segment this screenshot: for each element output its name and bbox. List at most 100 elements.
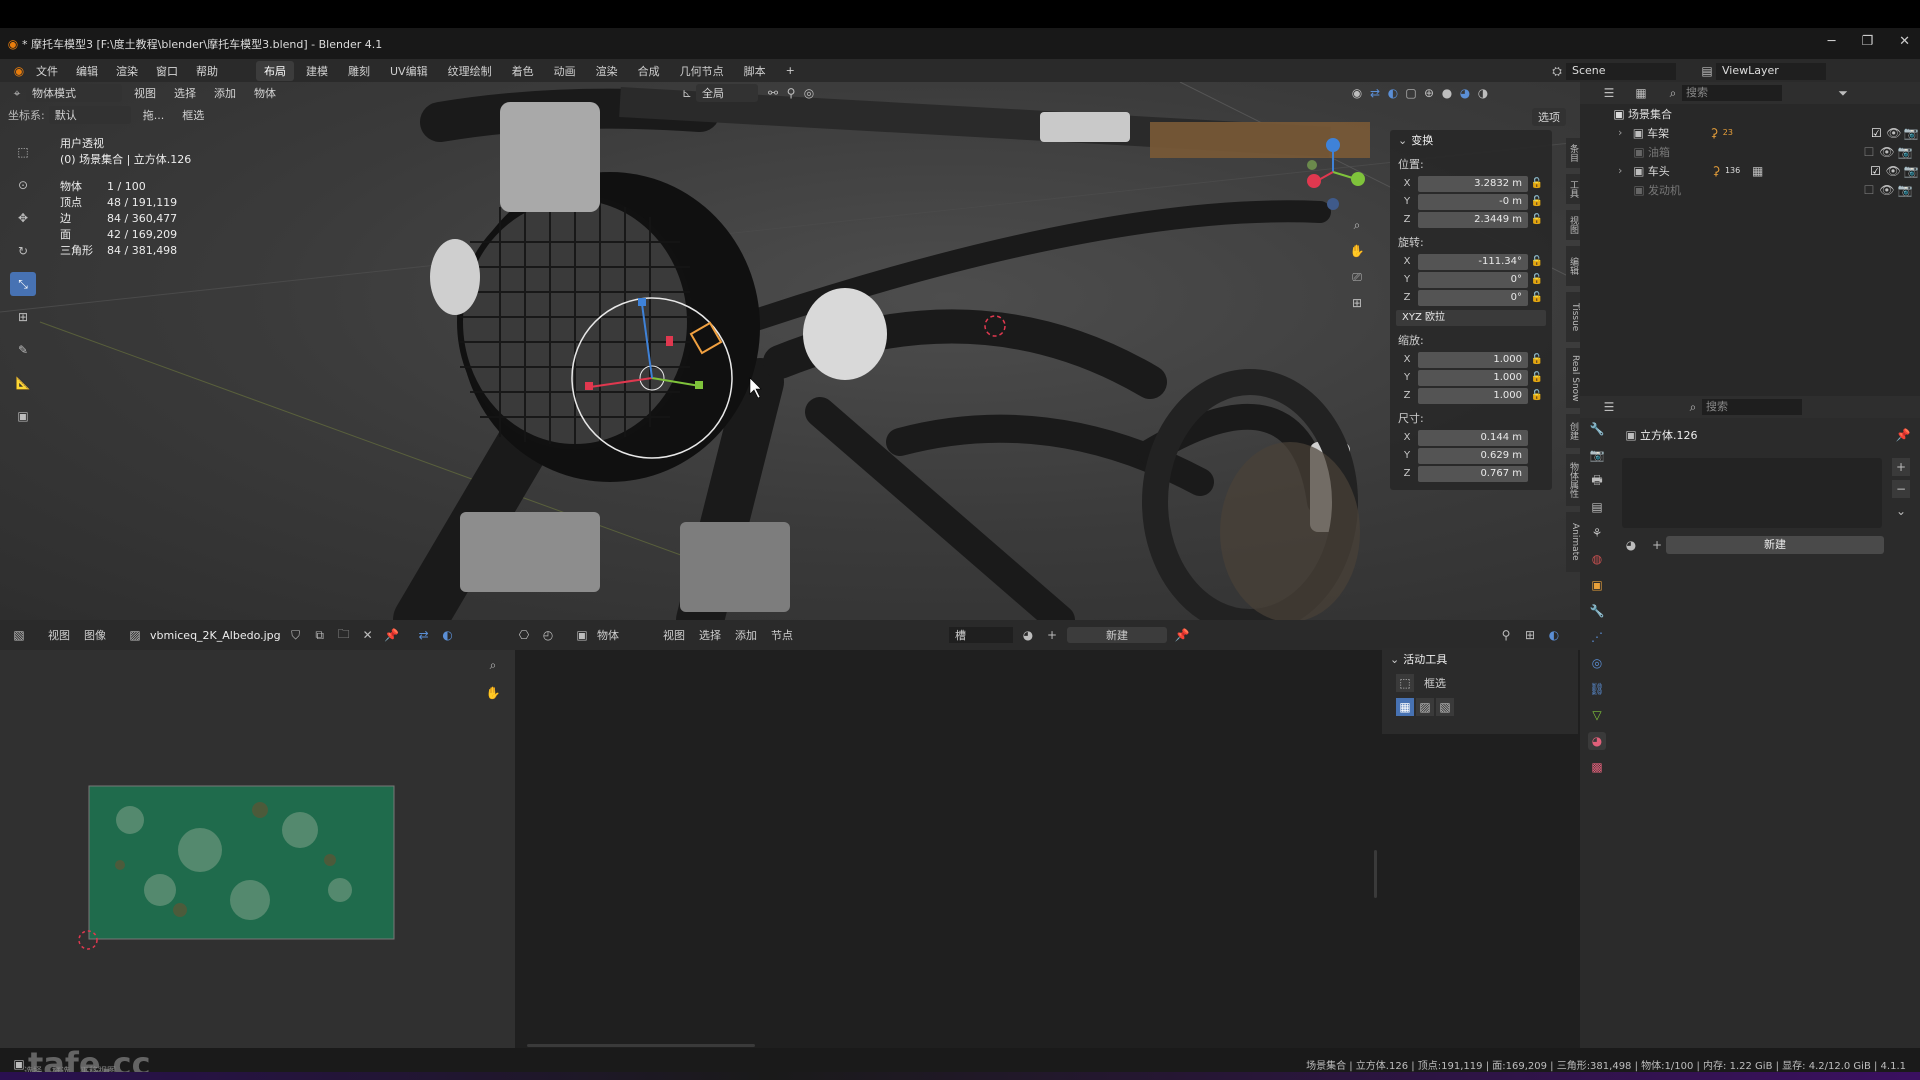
- scene-tab-icon[interactable]: ⚘: [1588, 524, 1606, 542]
- rotation-mode-value[interactable]: XYZ 欧拉: [1396, 309, 1546, 326]
- outliner-item[interactable]: ▣ 油箱 ☐ 👁 📷: [1580, 142, 1920, 161]
- grid-snap-icon[interactable]: ⊞: [1521, 626, 1539, 644]
- minimize-icon[interactable]: ─: [1828, 34, 1836, 49]
- location-z-value[interactable]: 2.3449 m: [1418, 211, 1528, 228]
- workspace-tab-geometry-nodes[interactable]: 几何节点: [672, 61, 732, 81]
- location-x-field[interactable]: X 3.2832 m 🔓: [1396, 175, 1546, 192]
- workspace-tab-scripting[interactable]: 脚本: [736, 61, 774, 81]
- workspace-tab-layout[interactable]: 布局: [256, 60, 294, 81]
- chevron-down-icon[interactable]: ⌄: [1398, 134, 1407, 147]
- material-tab-icon[interactable]: ◕: [1588, 732, 1606, 750]
- view-layer-tab-icon[interactable]: ▤: [1588, 498, 1606, 516]
- interaction-mode-select[interactable]: 物体模式: [26, 84, 122, 102]
- menu-window[interactable]: 窗口: [156, 63, 178, 79]
- lock-icon[interactable]: 🔓: [1528, 178, 1546, 189]
- close-icon[interactable]: ✕: [359, 626, 377, 644]
- drag-select[interactable]: 拖...: [137, 106, 171, 124]
- side-tab-object-props[interactable]: 物体属性: [1566, 454, 1580, 506]
- node-menu-view[interactable]: 视图: [663, 627, 685, 643]
- menu-help[interactable]: 帮助: [196, 63, 218, 79]
- side-tab-animate[interactable]: Animate: [1566, 512, 1580, 572]
- rotation-z-value[interactable]: 0°: [1418, 289, 1528, 306]
- zoom-icon[interactable]: ⌕: [1348, 216, 1366, 234]
- pan-hand-icon[interactable]: ✋: [484, 684, 502, 702]
- add-workspace-button[interactable]: +: [778, 62, 803, 79]
- editor-type-icon[interactable]: ⌖: [8, 84, 26, 102]
- image-menu-view[interactable]: 视图: [48, 627, 70, 643]
- camera-icon[interactable]: 📷: [1896, 143, 1914, 161]
- viewport-menu-select[interactable]: 选择: [168, 84, 202, 102]
- add-icon[interactable]: +: [1043, 626, 1061, 644]
- side-tab-view[interactable]: 视图: [1566, 210, 1580, 240]
- scale-x-field[interactable]: X 1.000 🔓: [1396, 351, 1546, 368]
- material-slot-list[interactable]: [1622, 458, 1882, 528]
- chevron-right-icon[interactable]: ›: [1618, 164, 1630, 177]
- pan-hand-icon[interactable]: ✋: [1348, 242, 1366, 260]
- chevron-down-icon[interactable]: ⌄: [1892, 502, 1910, 520]
- workspace-tab-sculpt[interactable]: 雕刻: [340, 61, 378, 81]
- blender-menu-icon[interactable]: ◉: [10, 62, 28, 80]
- measure-tool-icon[interactable]: 📐: [10, 371, 36, 395]
- move-tool-icon[interactable]: ✥: [10, 206, 36, 230]
- snap-icon[interactable]: ⚲: [782, 84, 800, 102]
- pin-icon[interactable]: 📌: [383, 626, 401, 644]
- checkbox-icon[interactable]: ☑: [1867, 162, 1885, 180]
- object-tab-icon[interactable]: ▣: [1588, 576, 1606, 594]
- pivot-icon[interactable]: ⚯: [764, 84, 782, 102]
- scale-x-value[interactable]: 1.000: [1418, 351, 1528, 368]
- rendered-shading-icon[interactable]: ◑: [1474, 84, 1492, 102]
- new-material-button[interactable]: 新建: [1666, 536, 1884, 554]
- node-editor-icon[interactable]: ⎔: [515, 626, 533, 644]
- image-editor-icon[interactable]: ▧: [10, 626, 28, 644]
- material-shading-icon[interactable]: ◕: [1456, 84, 1474, 102]
- workspace-tab-texture-paint[interactable]: 纹理绘制: [440, 61, 500, 81]
- mode-subtract-icon[interactable]: ▧: [1436, 698, 1454, 716]
- side-tab-item[interactable]: 条目: [1566, 138, 1580, 168]
- workspace-tab-shading[interactable]: 着色: [504, 61, 542, 81]
- material-sphere-icon[interactable]: ◕: [1622, 536, 1640, 554]
- data-tab-icon[interactable]: ▽: [1588, 706, 1606, 724]
- transform-orientation-select[interactable]: 全局: [696, 84, 758, 102]
- dimension-z-field[interactable]: Z 0.767 m: [1396, 465, 1546, 482]
- node-menu-add[interactable]: 添加: [735, 627, 757, 643]
- dimension-y-field[interactable]: Y 0.629 m: [1396, 447, 1546, 464]
- output-tab-icon[interactable]: 🖶: [1588, 472, 1606, 490]
- outliner-item[interactable]: ▣ 发动机 ☐ 👁 📷: [1580, 180, 1920, 199]
- dimension-y-value[interactable]: 0.629 m: [1418, 447, 1528, 464]
- menu-render[interactable]: 渲染: [116, 63, 138, 79]
- eye-icon[interactable]: 👁: [1878, 181, 1896, 199]
- lock-icon[interactable]: 🔓: [1528, 292, 1546, 303]
- material-sphere-icon[interactable]: ◕: [1019, 626, 1037, 644]
- transform-tool-icon[interactable]: ⊞: [10, 305, 36, 329]
- side-tab-tool[interactable]: 工具: [1566, 174, 1580, 204]
- rotation-mode-select[interactable]: XYZ 欧拉: [1396, 309, 1546, 326]
- location-x-value[interactable]: 3.2832 m: [1418, 175, 1528, 192]
- node-menu-select[interactable]: 选择: [699, 627, 721, 643]
- node-menu-node[interactable]: 节点: [771, 627, 793, 643]
- lock-icon[interactable]: 🔓: [1528, 372, 1546, 383]
- particles-tab-icon[interactable]: ⋰: [1588, 628, 1606, 646]
- side-tab-tissue[interactable]: Tissue: [1566, 292, 1580, 342]
- workspace-tab-modeling[interactable]: 建模: [298, 61, 336, 81]
- side-tab-edit[interactable]: 编辑: [1566, 246, 1580, 286]
- outliner-item[interactable]: › ▣ 车头 ⚳ 136 ▦ ☑ 👁 📷: [1580, 161, 1920, 180]
- camera-view-icon[interactable]: ⎚: [1348, 268, 1366, 286]
- world-tab-icon[interactable]: ◍: [1588, 550, 1606, 568]
- lock-icon[interactable]: 🔓: [1528, 390, 1546, 401]
- workspace-tab-uv[interactable]: UV编辑: [382, 61, 436, 81]
- proportional-edit-icon[interactable]: ◎: [800, 84, 818, 102]
- dimension-z-value[interactable]: 0.767 m: [1418, 465, 1528, 482]
- dimension-x-field[interactable]: X 0.144 m: [1396, 429, 1546, 446]
- view-layer-selector[interactable]: ViewLayer: [1716, 62, 1826, 80]
- image-name-field[interactable]: vbmiceq_2K_Albedo.jpg: [150, 629, 281, 642]
- modifier-tab-icon[interactable]: 🔧: [1588, 602, 1606, 620]
- rotation-z-field[interactable]: Z 0° 🔓: [1396, 289, 1546, 306]
- overlay-icon[interactable]: ◐: [439, 626, 457, 644]
- viewport-menu-add[interactable]: 添加: [208, 84, 242, 102]
- scale-y-field[interactable]: Y 1.000 🔓: [1396, 369, 1546, 386]
- outliner-search-input[interactable]: 搜索: [1682, 85, 1782, 101]
- wireframe-shading-icon[interactable]: ⊕: [1420, 84, 1438, 102]
- lock-icon[interactable]: 🔓: [1528, 196, 1546, 207]
- display-mode-icon[interactable]: ▦: [1632, 84, 1650, 102]
- checkbox-icon[interactable]: ☑: [1868, 124, 1885, 142]
